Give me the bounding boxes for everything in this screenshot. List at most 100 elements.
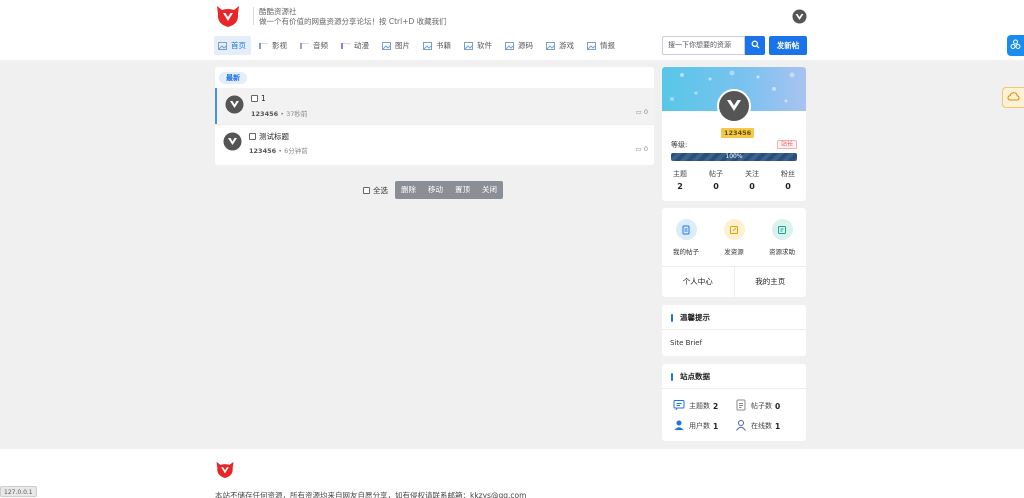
stats-title: 站点数据	[671, 371, 710, 382]
action-button-group: 删除 移动 置顶 关闭	[395, 181, 503, 199]
nav-item-audio[interactable]: 音频	[296, 36, 333, 55]
select-all[interactable]: 全选	[363, 185, 388, 196]
pin-button[interactable]: 置顶	[449, 181, 476, 199]
notice-card: 温馨提示 Site Brief	[662, 305, 806, 356]
thread-row[interactable]: 1 123456 • 37秒前 ▭ 0	[215, 88, 654, 124]
tab-latest[interactable]: 最新	[219, 72, 247, 84]
resource-help-shortcut[interactable]: 资源求助	[758, 219, 806, 256]
help-icon	[771, 219, 793, 240]
thread-meta: 123456 • 37秒前	[251, 110, 308, 118]
my-posts-shortcut[interactable]: 我的帖子	[662, 219, 710, 256]
thread-checkbox[interactable]	[249, 133, 256, 140]
nav-item-intel[interactable]: 情报	[583, 36, 620, 55]
brand-divider	[253, 7, 254, 25]
thread-author[interactable]: 123456	[251, 110, 278, 118]
thread-title[interactable]: 测试标题	[249, 131, 289, 142]
nav-item-source[interactable]: 源码	[501, 36, 538, 55]
image-icon	[587, 41, 596, 50]
user-avatar[interactable]	[717, 89, 751, 123]
nav-item-games[interactable]: 游戏	[542, 36, 579, 55]
site-logo[interactable]	[215, 4, 241, 28]
float-cloud-button[interactable]	[1002, 87, 1024, 108]
nav-item-software[interactable]: 软件	[460, 36, 497, 55]
thread-list: 最新 1 123456 • 37秒前 ▭ 0 测试标题 123456 • 6分钟…	[215, 67, 654, 165]
search-icon	[751, 40, 760, 51]
publish-resource-shortcut[interactable]: 发资源	[710, 219, 758, 256]
notice-text: Site Brief	[670, 339, 703, 347]
move-button[interactable]: 移动	[422, 181, 449, 199]
bulk-actions: 全选 删除 移动 置顶 关闭	[363, 181, 503, 199]
header: 酷酷资源社 做一个有价值的网盘资源分享论坛！按 Ctrl+D 收藏我们 首页 影…	[0, 0, 1024, 60]
image-icon	[218, 41, 227, 50]
select-all-checkbox[interactable]	[363, 186, 370, 194]
image-icon	[423, 41, 432, 50]
nav-item-movies[interactable]: 影视	[255, 36, 292, 55]
stat-posts[interactable]: 帖子 0	[698, 169, 734, 191]
site-stats-card: 站点数据 主题数 2 帖子数 0 用户数 1 在线数 1	[662, 364, 806, 441]
user-stats: 主题 2 帖子 0 关注 0 粉丝 0	[662, 169, 806, 191]
footer: 本站不储存任何资源，所有资源均来自网友自愿分享，如有侵权请联系邮箱：kkzys@…	[0, 449, 1024, 498]
progress-text: 100%	[725, 153, 743, 160]
search-input[interactable]: 搜一下你想要的资源	[662, 36, 745, 55]
user-card: 123456 等级: 站长 100% 主题 2 帖子 0 关注 0 粉丝 0	[662, 67, 806, 201]
person-icon	[735, 419, 751, 433]
flag-icon	[259, 42, 268, 50]
level-progress-bar: 100%	[671, 153, 797, 161]
level-badge: 站长	[776, 140, 797, 149]
chat-icon	[673, 399, 689, 413]
thread-time: 37秒前	[286, 110, 308, 118]
my-homepage-link[interactable]: 我的主页	[733, 267, 807, 297]
status-url: 127.0.0.1	[0, 486, 37, 497]
footer-disclaimer: 本站不储存任何资源，所有资源均来自网友自愿分享，如有侵权请联系邮箱：kkzys@…	[215, 491, 527, 498]
edit-icon	[723, 219, 745, 240]
image-icon	[382, 41, 391, 50]
document-icon	[675, 219, 697, 240]
file-icon	[735, 399, 751, 413]
thread-title[interactable]: 1	[251, 94, 266, 103]
footer-logo[interactable]	[215, 460, 235, 479]
share-icon	[1010, 39, 1021, 52]
avatar[interactable]	[225, 95, 244, 114]
thread-checkbox[interactable]	[251, 95, 258, 102]
stat-user-count: 用户数 1	[673, 419, 718, 433]
site-slogan: 做一个有价值的网盘资源分享论坛！按 Ctrl+D 收藏我们	[259, 17, 447, 26]
reply-count: ▭ 0	[635, 145, 648, 153]
users-icon	[673, 419, 689, 433]
image-icon	[505, 41, 514, 50]
nav-item-images[interactable]: 图片	[378, 36, 415, 55]
stat-topics[interactable]: 主题 2	[662, 169, 698, 191]
avatar[interactable]	[223, 132, 242, 151]
cloud-icon	[1007, 91, 1020, 104]
image-icon	[546, 41, 555, 50]
close-button[interactable]: 关闭	[476, 181, 503, 199]
user-center-link[interactable]: 个人中心	[662, 267, 734, 297]
shortcut-card: 我的帖子 发资源 资源求助 个人中心 我的主页	[662, 208, 806, 297]
nav-item-anime[interactable]: 动漫	[337, 36, 374, 55]
comment-icon: ▭	[635, 145, 642, 153]
thread-row[interactable]: 测试标题 123456 • 6分钟前 ▭ 0	[215, 124, 654, 160]
search-button[interactable]	[745, 36, 765, 55]
flag-icon	[300, 42, 309, 50]
main-nav: 首页 影视 音频 动漫 图片 书籍 软件 源码 游戏 情报	[214, 36, 624, 56]
reply-count: ▭ 0	[635, 108, 648, 116]
comment-icon: ▭	[635, 108, 642, 116]
nav-item-books[interactable]: 书籍	[419, 36, 456, 55]
level-label: 等级:	[671, 141, 688, 149]
delete-button[interactable]: 删除	[395, 181, 422, 199]
thread-author[interactable]: 123456	[249, 147, 276, 155]
thread-meta: 123456 • 6分钟前	[249, 147, 308, 155]
flag-icon	[341, 42, 350, 50]
stat-following[interactable]: 关注 0	[734, 169, 770, 191]
stat-post-count: 帖子数 0	[735, 399, 780, 413]
image-icon	[464, 41, 473, 50]
notice-title: 温馨提示	[671, 312, 710, 323]
new-post-button[interactable]: 发新帖	[769, 36, 807, 55]
username[interactable]: 123456	[721, 128, 755, 138]
user-menu-icon[interactable]	[792, 9, 807, 24]
stat-topic-count: 主题数 2	[673, 399, 718, 413]
stat-fans[interactable]: 粉丝 0	[770, 169, 806, 191]
stat-online-count: 在线数 1	[735, 419, 780, 433]
float-share-button[interactable]	[1007, 35, 1024, 56]
thread-time: 6分钟前	[284, 147, 308, 155]
nav-item-home[interactable]: 首页	[214, 36, 251, 55]
